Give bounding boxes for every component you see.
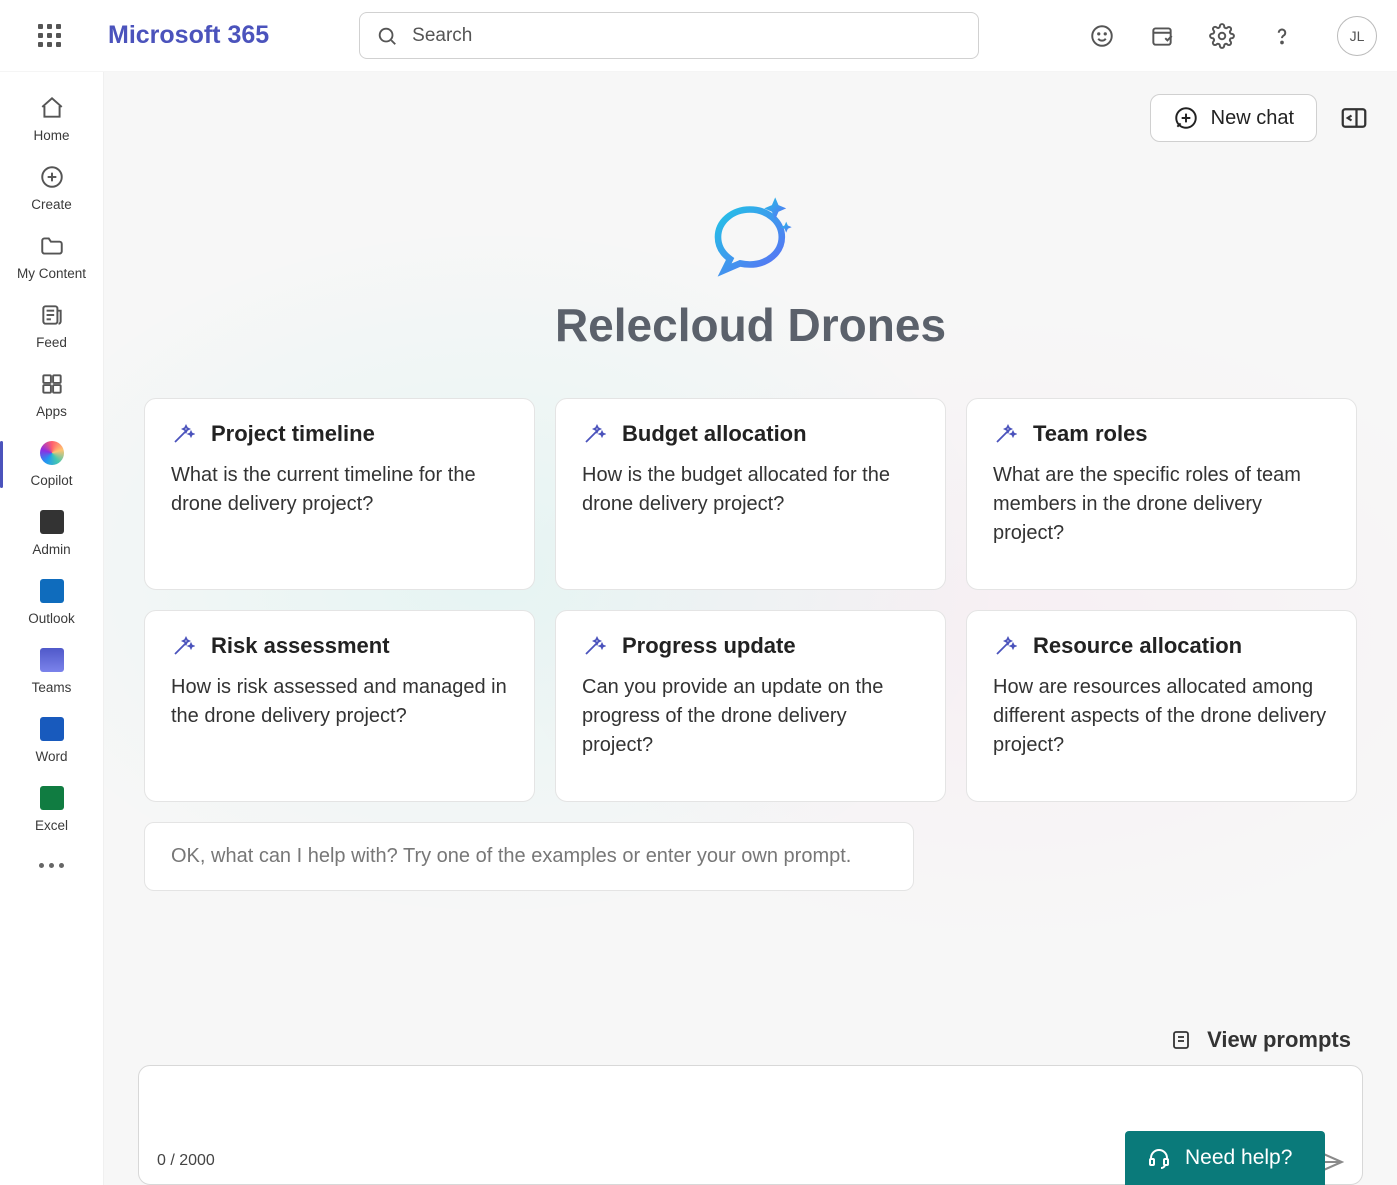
need-help-button[interactable]: Need help? (1125, 1131, 1325, 1185)
sidebar-item-label: Excel (35, 818, 68, 833)
settings-icon[interactable] (1209, 23, 1235, 49)
sidebar-item-label: Home (33, 128, 69, 143)
sidebar-item-label: Apps (36, 404, 67, 419)
prompt-card-title: Progress update (622, 633, 796, 659)
prompt-card-body: What are the specific roles of team memb… (993, 461, 1330, 548)
chat-topbar: New chat (104, 72, 1397, 142)
wand-icon (582, 422, 606, 446)
sidebar-item-home[interactable]: Home (0, 86, 103, 153)
prompt-card[interactable]: Progress update Can you provide an updat… (555, 610, 946, 802)
sidebar: Home Create My Content Feed Apps Copilot… (0, 72, 104, 1185)
search-box[interactable] (359, 12, 979, 59)
sidebar-item-label: Word (35, 749, 67, 764)
copilot-chat-icon (696, 182, 806, 292)
brand-title: Microsoft 365 (108, 21, 269, 50)
search-icon (376, 25, 398, 47)
view-prompts-button[interactable]: View prompts (138, 1027, 1363, 1065)
user-avatar[interactable]: JL (1337, 16, 1377, 56)
sidebar-item-copilot[interactable]: Copilot (0, 431, 103, 498)
prompt-card-title: Project timeline (211, 421, 375, 447)
new-chat-label: New chat (1211, 107, 1294, 130)
prompt-card[interactable]: Risk assessment How is risk assessed and… (144, 610, 535, 802)
hero: Relecloud Drones (104, 182, 1397, 352)
sidebar-item-my-content[interactable]: My Content (0, 224, 103, 291)
message-input[interactable] (139, 1066, 1362, 1136)
admin-icon (38, 508, 66, 536)
wand-icon (171, 422, 195, 446)
sidebar-item-label: Admin (32, 542, 70, 557)
prompt-card[interactable]: Resource allocation How are resources al… (966, 610, 1357, 802)
sidebar-item-label: Outlook (28, 611, 75, 626)
example-hint-bar: OK, what can I help with? Try one of the… (144, 822, 914, 891)
sidebar-item-label: Teams (32, 680, 72, 695)
prompt-card-title: Risk assessment (211, 633, 390, 659)
calendar-check-icon[interactable] (1149, 23, 1175, 49)
news-icon (38, 301, 66, 329)
outlook-icon (38, 577, 66, 605)
search-input[interactable] (412, 25, 962, 47)
view-prompts-label: View prompts (1207, 1027, 1351, 1053)
word-icon (38, 715, 66, 743)
plus-circle-icon (38, 163, 66, 191)
prompt-card[interactable]: Budget allocation How is the budget allo… (555, 398, 946, 590)
home-icon (38, 94, 66, 122)
app-header: Microsoft 365 JL (0, 0, 1397, 72)
headset-icon (1147, 1146, 1171, 1170)
folder-icon (38, 232, 66, 260)
prompt-card-body: How is risk assessed and managed in the … (171, 673, 508, 731)
prompt-card-body: What is the current timeline for the dro… (171, 461, 508, 519)
copilot-icon (38, 439, 66, 467)
prompts-icon (1169, 1028, 1193, 1052)
wand-icon (993, 422, 1017, 446)
prompt-card[interactable]: Project timeline What is the current tim… (144, 398, 535, 590)
help-icon[interactable] (1269, 23, 1295, 49)
sidebar-item-word[interactable]: Word (0, 707, 103, 774)
prompt-card[interactable]: Team roles What are the specific roles o… (966, 398, 1357, 590)
prompt-card-title: Team roles (1033, 421, 1148, 447)
need-help-label: Need help? (1185, 1146, 1292, 1170)
wand-icon (582, 634, 606, 658)
prompt-card-title: Budget allocation (622, 421, 807, 447)
sidebar-item-label: Copilot (30, 473, 72, 488)
prompt-card-body: How are resources allocated among differ… (993, 673, 1330, 760)
sidebar-item-apps[interactable]: Apps (0, 362, 103, 429)
excel-icon (38, 784, 66, 812)
more-apps-icon[interactable] (39, 863, 64, 868)
sidebar-item-label: Create (31, 197, 72, 212)
sidebar-item-teams[interactable]: Teams (0, 638, 103, 705)
page-title: Relecloud Drones (555, 298, 946, 352)
new-chat-button[interactable]: New chat (1150, 94, 1317, 142)
wand-icon (171, 634, 195, 658)
sidebar-item-create[interactable]: Create (0, 155, 103, 222)
sidebar-item-excel[interactable]: Excel (0, 776, 103, 843)
emoji-icon[interactable] (1089, 23, 1115, 49)
teams-icon (38, 646, 66, 674)
wand-icon (993, 634, 1017, 658)
sidebar-item-admin[interactable]: Admin (0, 500, 103, 567)
prompt-card-grid: Project timeline What is the current tim… (104, 352, 1397, 802)
prompt-card-title: Resource allocation (1033, 633, 1242, 659)
apps-icon (38, 370, 66, 398)
prompt-card-body: Can you provide an update on the progres… (582, 673, 919, 760)
sidebar-item-label: My Content (17, 266, 86, 281)
prompt-card-body: How is the budget allocated for the dron… (582, 461, 919, 519)
char-counter: 0 / 2000 (157, 1152, 215, 1170)
toggle-panel-icon[interactable] (1339, 103, 1369, 133)
sidebar-item-outlook[interactable]: Outlook (0, 569, 103, 636)
app-launcher-icon[interactable] (30, 17, 68, 55)
sidebar-item-feed[interactable]: Feed (0, 293, 103, 360)
sidebar-item-label: Feed (36, 335, 67, 350)
new-chat-icon (1173, 105, 1199, 131)
main-area: New chat Relecloud Drones Project timeli… (104, 72, 1397, 1185)
